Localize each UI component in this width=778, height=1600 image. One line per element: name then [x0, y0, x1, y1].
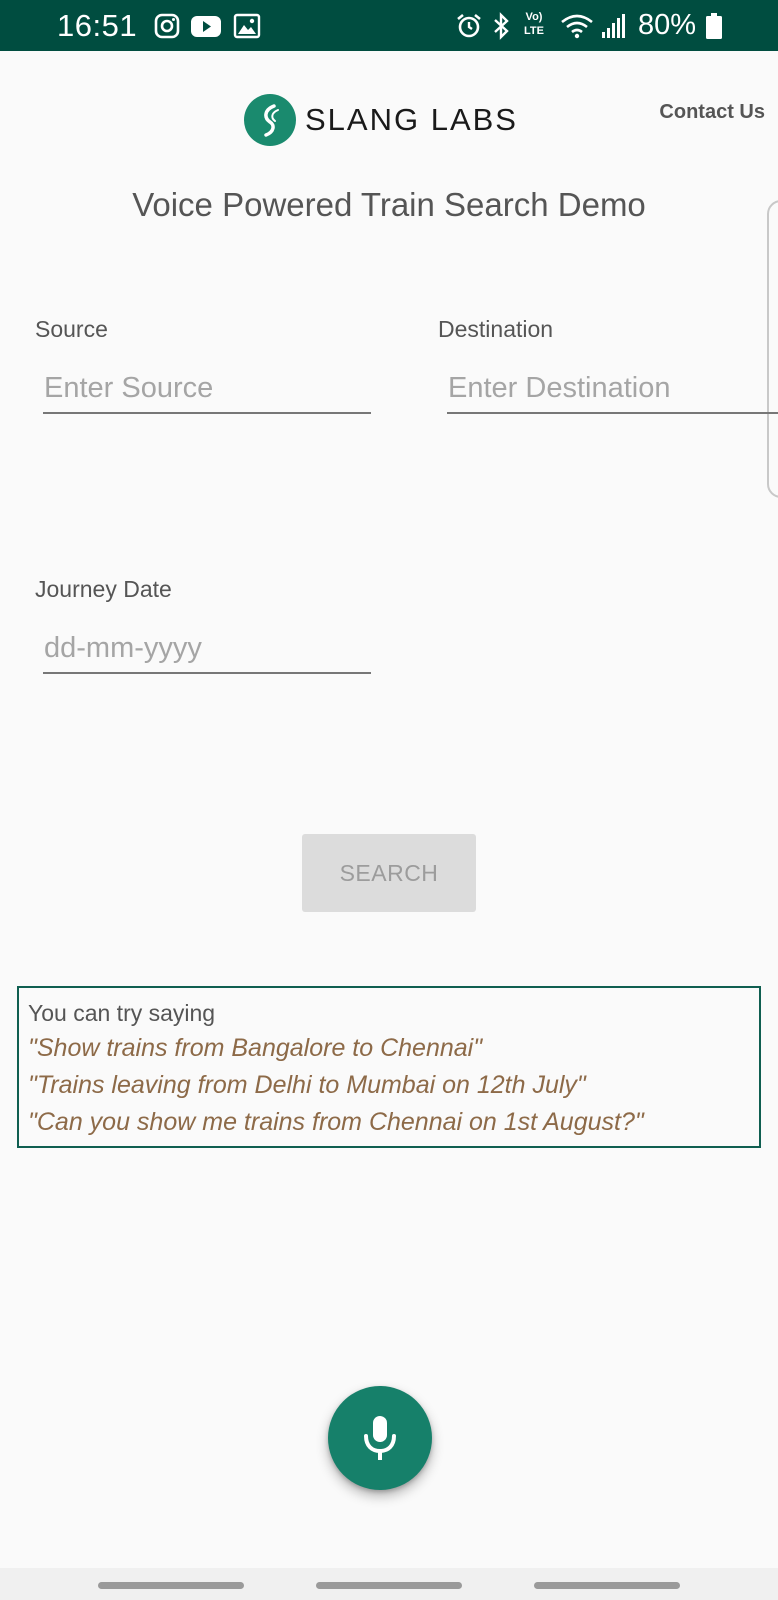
system-nav-bar: [0, 1568, 778, 1600]
page-title: Voice Powered Train Search Demo: [132, 186, 646, 223]
bluetooth-icon: [494, 12, 509, 40]
youtube-icon: [191, 16, 221, 37]
contact-us-link[interactable]: Contact Us: [659, 101, 765, 124]
logo-text: SLANG LABS: [305, 102, 518, 137]
microphone-button[interactable]: [328, 1386, 432, 1490]
source-input[interactable]: [43, 364, 371, 414]
hint-example: "Trains leaving from Delhi to Mumbai on …: [28, 1071, 586, 1099]
wifi-icon: [561, 14, 593, 39]
hint-example: "Can you show me trains from Chennai on …: [28, 1108, 644, 1136]
gallery-icon: [233, 13, 261, 39]
side-panel-handle[interactable]: [767, 200, 778, 498]
destination-input[interactable]: [447, 364, 778, 414]
slang-labs-logo: SLANG LABS: [244, 94, 518, 146]
status-bar: 16:51 Vo) LTE 80%: [0, 0, 778, 51]
volte-icon: Vo) LTE: [524, 11, 544, 37]
destination-label: Destination: [438, 316, 554, 342]
status-time: 16:51: [57, 8, 138, 43]
voice-hints-panel: You can try saying "Show trains from Ban…: [17, 986, 761, 1148]
instagram-icon: [154, 13, 180, 39]
alarm-icon: [457, 13, 481, 38]
battery-percent: 80%: [638, 9, 697, 41]
nav-home-button[interactable]: [316, 1582, 462, 1589]
nav-back-button[interactable]: [534, 1582, 680, 1589]
source-label: Source: [35, 316, 108, 342]
journey-date-input[interactable]: [43, 624, 371, 674]
hint-heading: You can try saying: [28, 1000, 216, 1026]
nav-recents-button[interactable]: [98, 1582, 244, 1589]
search-button[interactable]: SEARCH: [302, 834, 476, 912]
battery-icon: [706, 13, 722, 39]
logo-mark-icon: [244, 94, 296, 146]
signal-icon: [602, 14, 625, 38]
hint-example: "Show trains from Bangalore to Chennai": [28, 1034, 483, 1062]
journey-date-label: Journey Date: [35, 576, 172, 602]
microphone-icon: [364, 1416, 396, 1460]
